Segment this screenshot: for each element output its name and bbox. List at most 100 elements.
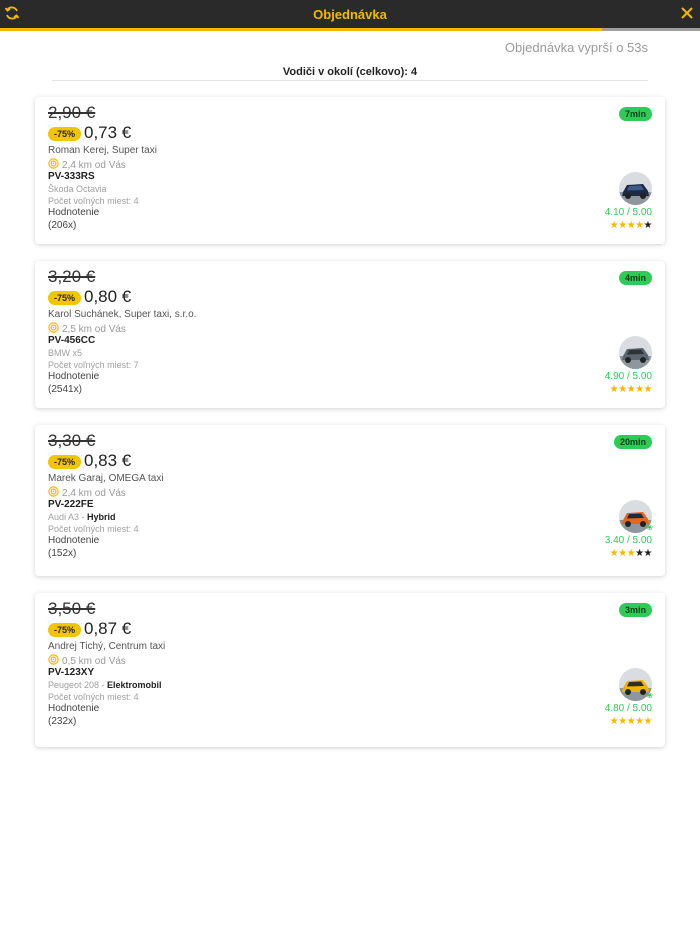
rating-value: 4.80 / 5.00 — [604, 703, 652, 714]
license-plate: PV-333RS — [48, 171, 95, 182]
offer-card[interactable]: 3,50 € -75% 0,87 € Andrej Tichý, Centrum ta… — [35, 593, 665, 747]
location-target-icon — [48, 322, 59, 336]
rating-value: 4.90 / 5.00 — [604, 371, 652, 382]
header-accent-line — [0, 28, 700, 31]
star-icon: ★ — [618, 716, 627, 727]
rating-count: (152x) — [48, 548, 77, 559]
eta-badge: 7min — [618, 107, 652, 121]
car-photo — [619, 172, 652, 205]
distance-row: 0,5 km od Vás — [48, 654, 126, 668]
license-plate: PV-222FE — [48, 499, 94, 510]
driver-name: Andrej Tichý, Centrum taxi — [48, 641, 166, 652]
star-icon: ★ — [626, 384, 636, 395]
star-icon: ★ — [635, 548, 644, 559]
discount-badge: -75% — [48, 127, 82, 141]
star-rating: ★★★★★ — [609, 548, 653, 559]
car-model-name: BMW x5 — [48, 348, 83, 358]
original-price: 2,90 € — [48, 103, 96, 122]
rating-count: (206x) — [48, 220, 77, 231]
location-target-icon — [48, 654, 59, 668]
eta-badge: 3min — [618, 603, 652, 617]
free-seats: Počet voľných miest: 7 — [48, 360, 139, 370]
discounted-price: 0,80 € — [84, 287, 132, 306]
offer-card[interactable]: 3,20 € -75% 0,80 € Karol Suchánek, Super ta… — [35, 261, 665, 408]
star-icon: ★ — [609, 384, 619, 395]
discounted-price: 0,73 € — [84, 123, 132, 142]
star-icon: ★ — [618, 220, 627, 231]
eco-leaf-icon: ❀ — [646, 523, 653, 532]
page-title: Objednávka — [313, 7, 387, 22]
rating-label: Hodnotenie — [48, 535, 100, 546]
discount-badge: -75% — [48, 455, 82, 469]
rating-label: Hodnotenie — [48, 207, 100, 218]
close-button[interactable] — [678, 6, 696, 24]
star-rating: ★★★★★ — [609, 716, 653, 727]
offer-card[interactable]: 3,30 € -75% 0,83 € Marek Garaj, OMEGA taxi 2… — [35, 425, 665, 576]
original-price: 3,20 € — [48, 267, 96, 286]
star-rating: ★★★★★ — [609, 384, 653, 395]
rating-label: Hodnotenie — [48, 703, 100, 714]
driver-name: Karol Suchánek, Super taxi, s.r.o. — [48, 309, 197, 320]
star-icon: ★ — [643, 716, 653, 727]
car-model-name: Audi A3 - — [48, 512, 88, 522]
rating-value: 4.10 / 5.00 — [604, 207, 652, 218]
star-icon: ★ — [618, 548, 627, 559]
eta-badge: 4min — [618, 271, 652, 285]
star-icon: ★ — [609, 548, 619, 559]
star-icon: ★ — [626, 220, 636, 231]
distance-row: 2,4 km od Vás — [48, 158, 126, 172]
free-seats: Počet voľných miest: 4 — [48, 196, 139, 206]
car-model: BMW x5 — [48, 348, 82, 358]
rating-count: (232x) — [48, 716, 77, 727]
car-type-tag: Elektromobil — [107, 680, 162, 690]
distance-text: 0,5 km od Vás — [62, 655, 126, 667]
divider — [52, 80, 648, 81]
star-icon: ★ — [609, 716, 619, 727]
original-price: 3,50 € — [48, 599, 96, 618]
offer-card[interactable]: 2,90 € -75% 0,73 € Roman Kerej, Super taxi 2… — [35, 97, 665, 244]
eta-badge: 20min — [613, 435, 652, 449]
discount-badge: -75% — [48, 291, 82, 305]
car-model: Peugeot 208 - Elektromobil — [48, 680, 162, 690]
rating-count: (2541x) — [48, 384, 82, 395]
car-type-tag: Hybrid — [87, 512, 116, 522]
eco-leaf-icon: ❀ — [646, 691, 653, 700]
distance-text: 2,4 km od Vás — [62, 159, 126, 171]
location-target-icon — [48, 158, 59, 172]
star-icon: ★ — [609, 220, 619, 231]
location-target-icon — [48, 486, 59, 500]
rating-value: 3.40 / 5.00 — [604, 535, 652, 546]
distance-text: 2,4 km od Vás — [62, 487, 126, 499]
app-header: Objednávka — [0, 0, 700, 28]
license-plate: PV-456CC — [48, 335, 96, 346]
drivers-count: Vodiči v okolí (celkovo): 4 — [282, 66, 418, 78]
star-icon: ★ — [643, 548, 653, 559]
free-seats: Počet voľných miest: 4 — [48, 692, 139, 702]
star-icon: ★ — [618, 384, 627, 395]
car-model: Audi A3 - Hybrid — [48, 512, 116, 522]
free-seats: Počet voľných miest: 4 — [48, 524, 139, 534]
star-rating: ★★★★★ — [609, 220, 653, 231]
distance-row: 2,5 km od Vás — [48, 322, 126, 336]
discount-badge: -75% — [48, 623, 82, 637]
star-icon: ★ — [635, 384, 644, 395]
license-plate: PV-123XY — [48, 667, 95, 678]
star-icon: ★ — [635, 220, 644, 231]
car-model: Škoda Octavia — [48, 184, 107, 194]
car-photo — [619, 336, 652, 369]
distance-row: 2,4 km od Vás — [48, 486, 126, 500]
star-icon: ★ — [643, 220, 653, 231]
original-price: 3,30 € — [48, 431, 96, 450]
star-icon: ★ — [635, 716, 644, 727]
star-icon: ★ — [626, 716, 636, 727]
expiry-countdown: Objednávka vyprší o 53s — [504, 40, 648, 55]
discounted-price: 0,87 € — [84, 619, 132, 638]
close-icon — [681, 6, 693, 24]
distance-text: 2,5 km od Vás — [62, 323, 126, 335]
driver-name: Roman Kerej, Super taxi — [48, 145, 157, 156]
car-model-name: Peugeot 208 - — [48, 680, 108, 690]
driver-name: Marek Garaj, OMEGA taxi — [48, 473, 164, 484]
discounted-price: 0,83 € — [84, 451, 132, 470]
car-model-name: Škoda Octavia — [48, 184, 107, 194]
star-icon: ★ — [626, 548, 636, 559]
